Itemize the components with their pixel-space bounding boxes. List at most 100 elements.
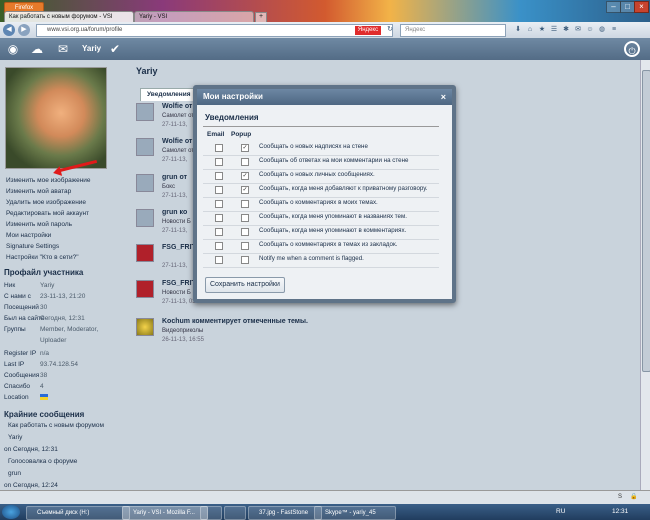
feed-avatar[interactable] <box>136 280 154 298</box>
feed-avatar[interactable] <box>136 244 154 262</box>
profile-label: Спасибо <box>4 383 31 390</box>
menu-icon[interactable]: ≡ <box>610 26 618 34</box>
close-icon[interactable]: × <box>441 89 446 105</box>
feed-subtitle[interactable]: Самолет от <box>162 113 194 119</box>
option-label: Сообщать, когда меня упоминают в названи… <box>259 213 407 220</box>
save-settings-button[interactable]: Сохранить настройки <box>205 277 285 293</box>
profile-value: Member, Moderator, <box>40 326 99 333</box>
feed-subtitle[interactable]: Новости Б <box>162 219 191 225</box>
power-icon[interactable]: ⏻ <box>624 41 640 57</box>
menu-change-image[interactable]: Изменить мое изображение <box>6 177 91 184</box>
checkmark-icon[interactable]: ✔ <box>108 42 122 56</box>
feed-subtitle[interactable]: Видеоприколы <box>162 328 203 334</box>
feed-avatar[interactable] <box>136 209 154 227</box>
feed-subtitle[interactable]: Новости Б <box>162 290 191 296</box>
email-checkbox[interactable] <box>215 172 223 180</box>
email-checkbox[interactable] <box>215 214 223 222</box>
menu-whos-online-settings[interactable]: Настройки "Кто в сети?" <box>6 254 79 261</box>
skype-status-icon[interactable]: S <box>618 493 622 502</box>
taskbar-item[interactable]: Съемный диск (H:) <box>26 506 130 520</box>
email-checkbox[interactable] <box>215 144 223 152</box>
language-indicator[interactable]: RU <box>556 508 565 515</box>
skype-icon[interactable]: ☺ <box>586 26 594 34</box>
profile-title: Профайл участника <box>4 268 84 277</box>
popup-checkbox[interactable] <box>241 242 249 250</box>
left-sidebar: Изменить мое изображение Изменить мой ав… <box>0 60 130 490</box>
feed-time: 27-11-13, <box>162 193 188 199</box>
taskbar-item[interactable]: Skype™ - yariy_45 <box>314 506 396 520</box>
email-checkbox[interactable] <box>215 186 223 194</box>
popup-checkbox[interactable]: ✓ <box>241 144 249 152</box>
recent-post-author[interactable]: Yariy <box>8 434 22 441</box>
clock[interactable]: 12:31 <box>612 508 628 515</box>
close-window-icon[interactable]: × <box>634 1 649 13</box>
email-checkbox[interactable] <box>215 200 223 208</box>
popup-checkbox[interactable] <box>241 158 249 166</box>
email-checkbox[interactable] <box>215 256 223 264</box>
search-input[interactable]: Яндекс <box>400 24 506 37</box>
popup-checkbox[interactable]: ✓ <box>241 172 249 180</box>
feed-avatar[interactable] <box>136 103 154 121</box>
bookmark-icon[interactable]: ☰ <box>550 26 558 34</box>
globe-icon[interactable]: ◍ <box>598 26 606 34</box>
feed-title[interactable]: FSG_FRIT <box>162 244 196 251</box>
popup-checkbox[interactable] <box>241 214 249 222</box>
menu-my-settings[interactable]: Мои настройки <box>6 232 51 239</box>
menu-edit-account[interactable]: Редактировать мой аккаунт <box>6 210 89 217</box>
popup-checkbox[interactable] <box>241 228 249 236</box>
start-button[interactable] <box>2 505 20 519</box>
feed-subtitle[interactable]: Самолет от <box>162 148 194 154</box>
feed-avatar[interactable] <box>136 318 154 336</box>
browser-statusbar: S 🔒 <box>0 490 650 505</box>
url-bar[interactable]: www.vsi.org.ua/forum/profile Яндекс <box>36 24 393 37</box>
dialog-header: Мои настройки × <box>197 89 452 105</box>
taskbar-item[interactable]: 37.jpg - FastStone <box>248 506 322 520</box>
feed-title[interactable]: FSG_FRIT <box>162 280 196 287</box>
minimize-icon[interactable]: – <box>606 1 621 13</box>
feed-title[interactable]: Kochum комментирует отмеченные темы. <box>162 318 308 325</box>
popup-checkbox[interactable] <box>241 200 249 208</box>
email-checkbox[interactable] <box>215 158 223 166</box>
recent-post-author[interactable]: grun <box>8 470 21 477</box>
tab-notifications[interactable]: Уведомления <box>140 88 198 101</box>
reload-icon[interactable]: ↻ <box>386 26 394 34</box>
site-username[interactable]: Yariy <box>82 44 101 53</box>
back-icon[interactable]: ◀ <box>3 24 15 36</box>
menu-change-password[interactable]: Изменить мой пароль <box>6 221 72 228</box>
scrollbar-thumb[interactable] <box>642 70 650 372</box>
forward-icon[interactable]: ▶ <box>18 24 30 36</box>
vertical-scrollbar[interactable] <box>640 60 650 490</box>
recent-post-link[interactable]: Как работать с новым форумом <box>8 422 104 429</box>
feed-avatar[interactable] <box>136 138 154 156</box>
chat-icon[interactable]: ☁ <box>30 42 44 56</box>
recent-post-link[interactable]: Голосовалка о форуме <box>8 458 77 465</box>
taskbar-item[interactable]: Yariy - VSI - Mozilla F... <box>122 506 208 520</box>
star-icon[interactable]: ★ <box>538 26 546 34</box>
maximize-icon[interactable]: □ <box>620 1 635 13</box>
addon-icon[interactable]: ✱ <box>562 26 570 34</box>
email-checkbox[interactable] <box>215 242 223 250</box>
profile-value: n/a <box>40 350 50 357</box>
profile-value: Uploader <box>40 337 67 344</box>
email-checkbox[interactable] <box>215 228 223 236</box>
taskbar-item-icon[interactable] <box>200 506 222 520</box>
popup-checkbox[interactable] <box>241 256 249 264</box>
menu-signature-settings[interactable]: Signature Settings <box>6 243 59 250</box>
home-icon[interactable]: ⌂ <box>526 26 534 34</box>
feed-title[interactable]: Wolfie от <box>162 103 192 110</box>
feed-avatar[interactable] <box>136 174 154 192</box>
profile-value: 4 <box>40 383 44 390</box>
security-icon[interactable]: 🔒 <box>630 493 637 502</box>
taskbar-item-icon[interactable] <box>224 506 246 520</box>
popup-checkbox[interactable]: ✓ <box>241 186 249 194</box>
menu-change-avatar[interactable]: Изменить мой аватар <box>6 188 71 195</box>
feed-title[interactable]: grun от <box>162 174 187 181</box>
feed-subtitle[interactable]: Бокс <box>162 184 175 190</box>
feed-title[interactable]: grun кo <box>162 209 187 216</box>
menu-delete-image[interactable]: Удалить мое изображение <box>6 199 86 206</box>
feed-title[interactable]: Wolfie от <box>162 138 192 145</box>
profile-icon[interactable]: ◉ <box>6 42 20 56</box>
messages-icon[interactable]: ✉ <box>56 42 70 56</box>
download-icon[interactable]: ⬇ <box>514 26 522 34</box>
mail-icon[interactable]: ✉ <box>574 26 582 34</box>
